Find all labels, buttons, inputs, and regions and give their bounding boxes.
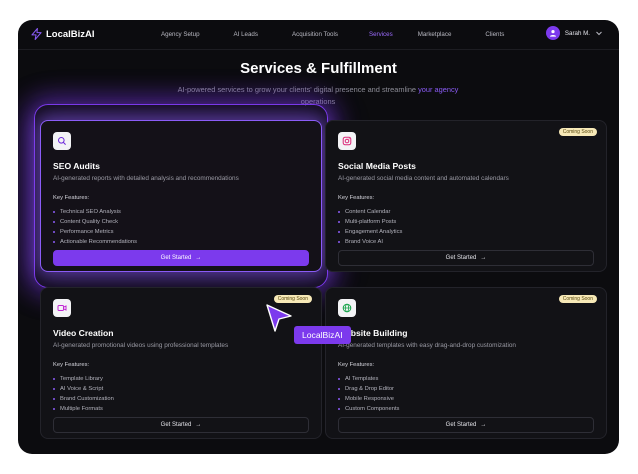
feature-list: Template Library AI Voice & Script Brand… bbox=[53, 374, 114, 414]
feature-list: AI Templates Drag & Drop Editor Mobile R… bbox=[338, 374, 399, 414]
brand-name: LocalBizAI bbox=[46, 28, 95, 40]
globe-icon bbox=[342, 303, 352, 313]
feature-item: Brand Voice AI bbox=[338, 237, 402, 247]
video-icon bbox=[57, 305, 67, 311]
coming-soon-badge: Coming Soon bbox=[558, 295, 597, 303]
card-title: SEO Audits bbox=[53, 161, 100, 171]
instagram-icon bbox=[342, 136, 352, 146]
get-started-button[interactable]: Get Started → bbox=[338, 250, 594, 266]
feature-item: Actionable Recommendations bbox=[53, 237, 137, 247]
cursor-pointer-icon bbox=[266, 304, 292, 332]
card-description: AI-generated reports with detailed analy… bbox=[53, 175, 239, 182]
bolt-icon bbox=[31, 28, 42, 40]
search-icon bbox=[58, 137, 66, 145]
page-title: Services & Fulfillment bbox=[240, 60, 397, 77]
feature-item: Brand Customization bbox=[53, 394, 114, 404]
cursor-label: LocalBizAI bbox=[294, 326, 351, 344]
feature-item: Engagement Analytics bbox=[338, 227, 402, 237]
feature-item: Content Calendar bbox=[338, 207, 402, 217]
feature-item: Mobile Responsive bbox=[338, 394, 399, 404]
key-features-label: Key Features: bbox=[338, 362, 375, 368]
service-card-website-building[interactable]: Coming Soon Website Building AI-generate… bbox=[325, 287, 607, 439]
feature-item: AI Voice & Script bbox=[53, 384, 114, 394]
feature-item: Template Library bbox=[53, 374, 114, 384]
feature-item: Multiple Formats bbox=[53, 404, 114, 414]
service-card-social-media-posts[interactable]: Coming Soon Social Media Posts AI-genera… bbox=[325, 120, 607, 272]
get-started-button[interactable]: Get Started → bbox=[53, 417, 309, 433]
feature-list: Content Calendar Multi-platform Posts En… bbox=[338, 207, 402, 247]
get-started-button[interactable]: Get Started → bbox=[53, 250, 309, 266]
coming-soon-badge: Coming Soon bbox=[558, 128, 597, 136]
feature-item: Technical SEO Analysis bbox=[53, 207, 137, 217]
subtitle-text: AI-powered services to grow your clients… bbox=[177, 85, 417, 94]
card-icon-box bbox=[338, 299, 356, 317]
arrow-right-icon: → bbox=[195, 422, 202, 428]
coming-soon-badge: Coming Soon bbox=[273, 295, 312, 303]
feature-item: Multi-platform Posts bbox=[338, 217, 402, 227]
key-features-label: Key Features: bbox=[53, 362, 90, 368]
nav-links: Agency Setup AI Leads Acquisition Tools … bbox=[161, 31, 504, 38]
feature-item: Performance Metrics bbox=[53, 227, 137, 237]
avatar bbox=[545, 26, 560, 40]
card-title: Video Creation bbox=[53, 328, 114, 338]
feature-item: Content Quality Check bbox=[53, 217, 137, 227]
nav-ai-leads[interactable]: AI Leads bbox=[234, 31, 258, 38]
card-title: Social Media Posts bbox=[338, 161, 416, 171]
user-name: Sarah M. bbox=[564, 29, 590, 37]
nav-agency-setup[interactable]: Agency Setup bbox=[161, 31, 200, 38]
key-features-label: Key Features: bbox=[53, 195, 90, 201]
card-description: AI-generated social media content and au… bbox=[338, 175, 509, 182]
chevron-down-icon bbox=[596, 31, 602, 36]
feature-item: AI Templates bbox=[338, 374, 399, 384]
card-icon-box bbox=[53, 132, 71, 150]
arrow-right-icon: → bbox=[195, 255, 202, 261]
app-window: LocalBizAI Agency Setup AI Leads Acquisi… bbox=[18, 20, 619, 454]
key-features-label: Key Features: bbox=[338, 195, 375, 201]
feature-item: Drag & Drop Editor bbox=[338, 384, 399, 394]
card-description: AI-generated promotional videos using pr… bbox=[53, 342, 229, 349]
user-menu[interactable]: Sarah M. bbox=[545, 26, 603, 40]
nav-marketplace[interactable]: Marketplace bbox=[418, 31, 452, 38]
arrow-right-icon: → bbox=[480, 255, 487, 261]
card-icon-box bbox=[338, 132, 356, 150]
arrow-right-icon: → bbox=[480, 422, 487, 428]
user-icon bbox=[549, 30, 556, 37]
nav-services[interactable]: Services bbox=[369, 31, 393, 38]
feature-item: Custom Components bbox=[338, 404, 399, 414]
card-description: AI-generated templates with easy drag-an… bbox=[338, 342, 516, 349]
brand-logo[interactable]: LocalBizAI bbox=[31, 28, 95, 40]
nav-acquisition-tools[interactable]: Acquisition Tools bbox=[292, 31, 338, 38]
top-nav: LocalBizAI Agency Setup AI Leads Acquisi… bbox=[18, 20, 619, 50]
service-card-seo-audits[interactable]: SEO Audits AI-generated reports with det… bbox=[40, 120, 322, 272]
subtitle-highlight: your agency bbox=[418, 85, 459, 94]
get-started-button[interactable]: Get Started → bbox=[338, 417, 594, 433]
card-icon-box bbox=[53, 299, 71, 317]
nav-clients[interactable]: Clients bbox=[485, 31, 504, 38]
feature-list: Technical SEO Analysis Content Quality C… bbox=[53, 207, 137, 247]
